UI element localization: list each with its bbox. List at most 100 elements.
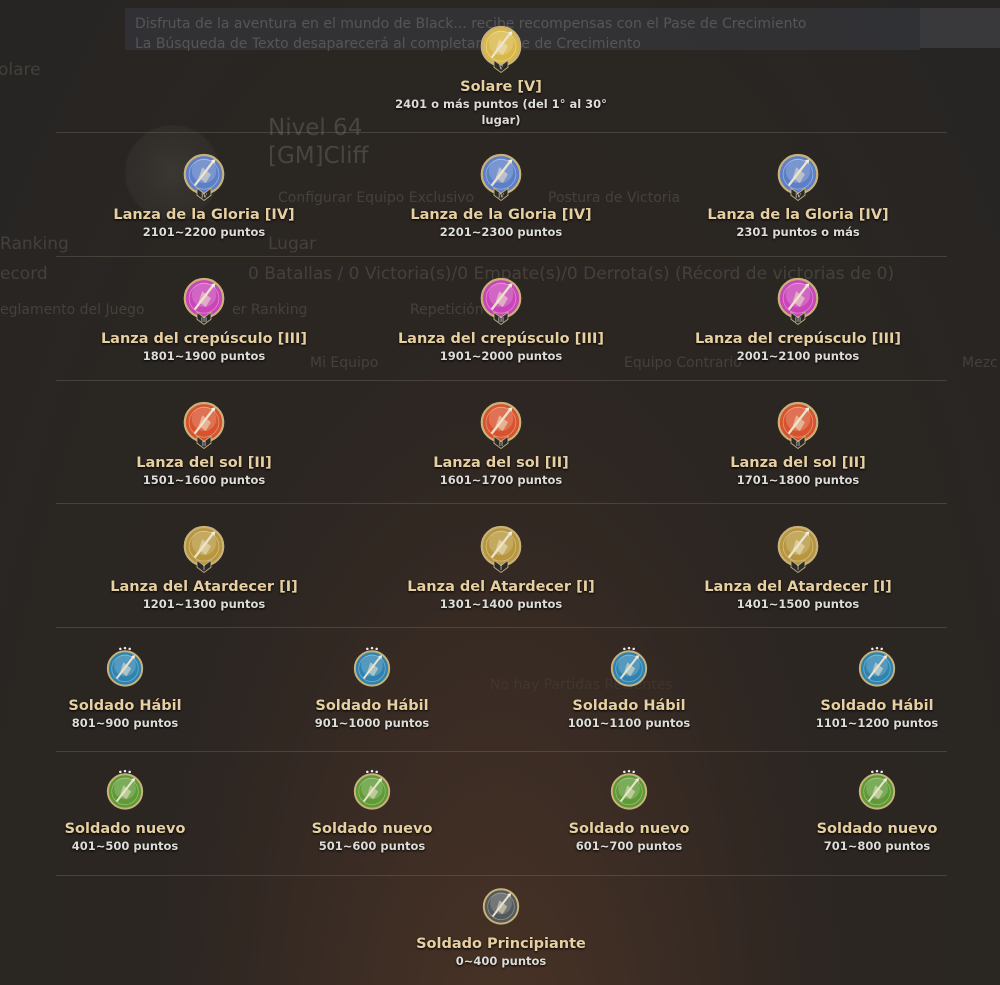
tier-name: Soldado Hábil — [315, 698, 429, 714]
tier-name: Lanza de la Gloria [IV] — [410, 207, 592, 223]
svg-text:II: II — [796, 441, 800, 447]
tier-name: Lanza de la Gloria [IV] — [113, 207, 295, 223]
svg-text:III: III — [201, 317, 207, 323]
svg-text:II: II — [202, 441, 206, 447]
tier-atardecer: I Lanza del Atardecer [I] 1301~1400 punto… — [376, 520, 626, 612]
tier-name: Soldado nuevo — [311, 821, 433, 837]
row-divider — [56, 256, 947, 257]
tier-crepusculo: III Lanza del crepúsculo [III] 1801~1900 … — [79, 272, 329, 364]
tier-points: 2401 o más puntos (del 1° al 30° lugar) — [395, 97, 607, 127]
rank-emblem-icon: III — [183, 277, 225, 326]
tier-name: Lanza del crepúsculo [III] — [100, 331, 308, 347]
tier-solare: V Solare [V] 2401 o más puntos (del 1° al… — [376, 20, 626, 128]
rank-emblem-icon: I — [183, 525, 225, 574]
tier-points: 2001~2100 puntos — [736, 349, 860, 363]
tier-sol: II Lanza del sol [II] 1701~1800 puntos — [673, 396, 923, 488]
tier-gloria: IV Lanza de la Gloria [IV] 2301 puntos o … — [673, 148, 923, 240]
tier-sol: II Lanza del sol [II] 1601~1700 puntos — [376, 396, 626, 488]
svg-text:III: III — [795, 317, 801, 323]
tier-points: 1901~2000 puntos — [439, 349, 563, 363]
rank-emblem-icon: IV — [183, 153, 225, 202]
tier-points: 1101~1200 puntos — [815, 716, 939, 730]
bg-ranking: Ranking — [0, 234, 69, 254]
tier-sol: II Lanza del sol [II] 1501~1600 puntos — [79, 396, 329, 488]
rank-emblem-icon — [353, 769, 391, 810]
rank-emblem-icon: III — [480, 277, 522, 326]
tier-nuevo: Soldado nuevo 601~700 puntos — [504, 768, 754, 854]
rank-emblem-icon: II — [777, 401, 819, 450]
tier-points: 1701~1800 puntos — [736, 473, 860, 487]
svg-text:II: II — [499, 441, 503, 447]
tier-name: Soldado Hábil — [68, 698, 182, 714]
rank-emblem-icon — [106, 646, 144, 687]
tier-atardecer: I Lanza del Atardecer [I] 1401~1500 punto… — [673, 520, 923, 612]
tier-atardecer: I Lanza del Atardecer [I] 1201~1300 punto… — [79, 520, 329, 612]
tier-points: 1801~1900 puntos — [142, 349, 266, 363]
rank-emblem-icon — [858, 769, 896, 810]
rank-emblem-icon: IV — [777, 153, 819, 202]
row-divider — [56, 875, 947, 876]
tier-nuevo: Soldado nuevo 701~800 puntos — [752, 768, 1000, 854]
tier-points: 2201~2300 puntos — [439, 225, 563, 239]
rank-emblem-icon — [106, 769, 144, 810]
row-divider — [56, 380, 947, 381]
svg-text:IV: IV — [201, 193, 207, 199]
rank-emblem-icon: I — [480, 525, 522, 574]
background-corner-button — [920, 8, 1000, 48]
tier-name: Solare [V] — [460, 79, 542, 95]
tier-points: 901~1000 puntos — [314, 716, 430, 730]
tier-crepusculo: III Lanza del crepúsculo [III] 2001~2100 … — [673, 272, 923, 364]
bg-right-cut: Mezc — [962, 355, 998, 371]
svg-text:III: III — [498, 317, 504, 323]
tier-name: Lanza del sol [II] — [730, 455, 866, 471]
tier-name: Lanza del crepúsculo [III] — [397, 331, 605, 347]
tier-habil: Soldado Hábil 1001~1100 puntos — [504, 645, 754, 731]
tier-points: 1601~1700 puntos — [439, 473, 563, 487]
svg-text:V: V — [498, 65, 503, 71]
tier-name: Soldado nuevo — [64, 821, 186, 837]
tier-points: 1501~1600 puntos — [142, 473, 266, 487]
tier-points: 1301~1400 puntos — [439, 597, 563, 611]
tier-habil: Soldado Hábil 901~1000 puntos — [247, 645, 497, 731]
tier-points: 0~400 puntos — [455, 954, 547, 968]
tier-name: Soldado nuevo — [568, 821, 690, 837]
tier-name: Lanza del crepúsculo [III] — [694, 331, 902, 347]
rank-emblem-icon — [610, 769, 648, 810]
tier-name: Lanza del Atardecer [I] — [407, 579, 595, 595]
tier-crepusculo: III Lanza del crepúsculo [III] 1901~2000 … — [376, 272, 626, 364]
row-divider — [56, 503, 947, 504]
tier-points: 601~700 puntos — [575, 839, 683, 853]
svg-text:I: I — [500, 565, 502, 571]
tier-points: 1201~1300 puntos — [142, 597, 266, 611]
tier-points: 2301 puntos o más — [736, 225, 860, 239]
row-divider — [56, 627, 947, 628]
tier-habil: Soldado Hábil 801~900 puntos — [0, 645, 250, 731]
rank-emblem-icon — [353, 646, 391, 687]
tier-name: Soldado Hábil — [820, 698, 934, 714]
rank-emblem-icon: III — [777, 277, 819, 326]
rank-emblem-icon: II — [183, 401, 225, 450]
tier-points: 2101~2200 puntos — [142, 225, 266, 239]
tier-points: 501~600 puntos — [318, 839, 426, 853]
tier-points: 401~500 puntos — [71, 839, 179, 853]
svg-text:I: I — [203, 565, 205, 571]
svg-text:I: I — [797, 565, 799, 571]
tier-name: Soldado Hábil — [572, 698, 686, 714]
bg-level: Nivel 64 — [268, 115, 363, 141]
tier-name: Lanza de la Gloria [IV] — [707, 207, 889, 223]
tier-name: Soldado Principiante — [416, 936, 586, 952]
tier-principiante: Soldado Principiante 0~400 puntos — [376, 883, 626, 969]
tier-habil: Soldado Hábil 1101~1200 puntos — [752, 645, 1000, 731]
rank-emblem-icon: II — [480, 401, 522, 450]
rank-emblem-icon — [610, 646, 648, 687]
tier-points: 1401~1500 puntos — [736, 597, 860, 611]
tier-name: Lanza del Atardecer [I] — [110, 579, 298, 595]
tier-points: 1001~1100 puntos — [567, 716, 691, 730]
svg-text:IV: IV — [795, 193, 801, 199]
row-divider — [56, 132, 947, 133]
tier-gloria: IV Lanza de la Gloria [IV] 2101~2200 punt… — [79, 148, 329, 240]
bg-record: ecord — [0, 264, 48, 284]
svg-text:IV: IV — [498, 193, 504, 199]
rank-emblem-icon: I — [777, 525, 819, 574]
tier-nuevo: Soldado nuevo 501~600 puntos — [247, 768, 497, 854]
